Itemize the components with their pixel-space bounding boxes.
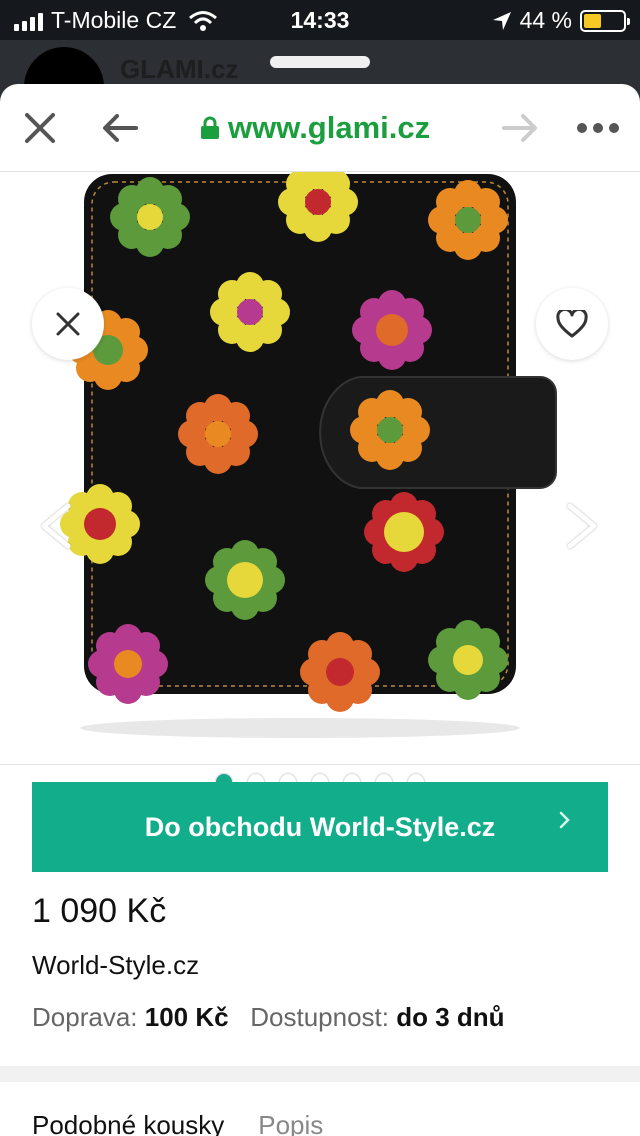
url-text: www.glami.cz [228,110,431,145]
shipping-info: Doprava: 100 Kč Dostupnost: do 3 dnů [32,1002,505,1033]
divider [0,764,640,765]
favorite-button[interactable] [536,288,608,360]
detail-tabs: Podobné kousky Popis [32,1110,323,1136]
battery-percent: 44 % [519,7,572,33]
section-separator [0,1066,640,1082]
product-image [60,172,557,738]
status-right: 44 % [492,7,630,34]
heart-icon [556,310,588,338]
background-app-name: GLAMI.cz [120,54,239,84]
shipping-value: 100 Kč [144,1002,229,1032]
close-icon[interactable] [18,106,62,150]
sheet-grabber[interactable] [270,56,370,68]
battery-icon [580,9,630,32]
next-image-arrow[interactable] [566,502,600,555]
chevron-right-icon [567,503,597,549]
chevron-right-icon [559,811,570,829]
availability-value: do 3 dnů [396,1002,505,1032]
close-gallery-button[interactable] [32,288,104,360]
tab-similar-items[interactable]: Podobné kousky [32,1110,224,1136]
chevron-left-icon [41,503,71,549]
back-arrow-icon[interactable] [98,106,142,150]
location-icon [492,11,511,30]
product-gallery[interactable] [0,172,640,790]
browser-sheet: www.glami.cz Do obchodu World-Style.cz 1… [0,84,640,1136]
product-price: 1 090 Kč [32,892,167,930]
close-icon [56,312,80,336]
go-to-shop-label: Do obchodu World-Style.cz [144,811,496,842]
go-to-shop-button[interactable]: Do obchodu World-Style.cz [32,782,608,872]
more-icon[interactable] [576,106,620,150]
lock-icon [201,116,219,139]
previous-image-arrow[interactable] [38,502,72,555]
availability-label: Dostupnost: [250,1002,389,1032]
shipping-label: Doprava: [32,1002,138,1032]
status-bar: T-Mobile CZ 14:33 44 % [0,0,640,40]
shop-name[interactable]: World-Style.cz [32,950,199,981]
browser-toolbar: www.glami.cz [0,84,640,172]
tab-description[interactable]: Popis [258,1110,323,1136]
forward-arrow-icon[interactable] [498,106,542,150]
address-bar[interactable]: www.glami.cz [200,110,430,146]
